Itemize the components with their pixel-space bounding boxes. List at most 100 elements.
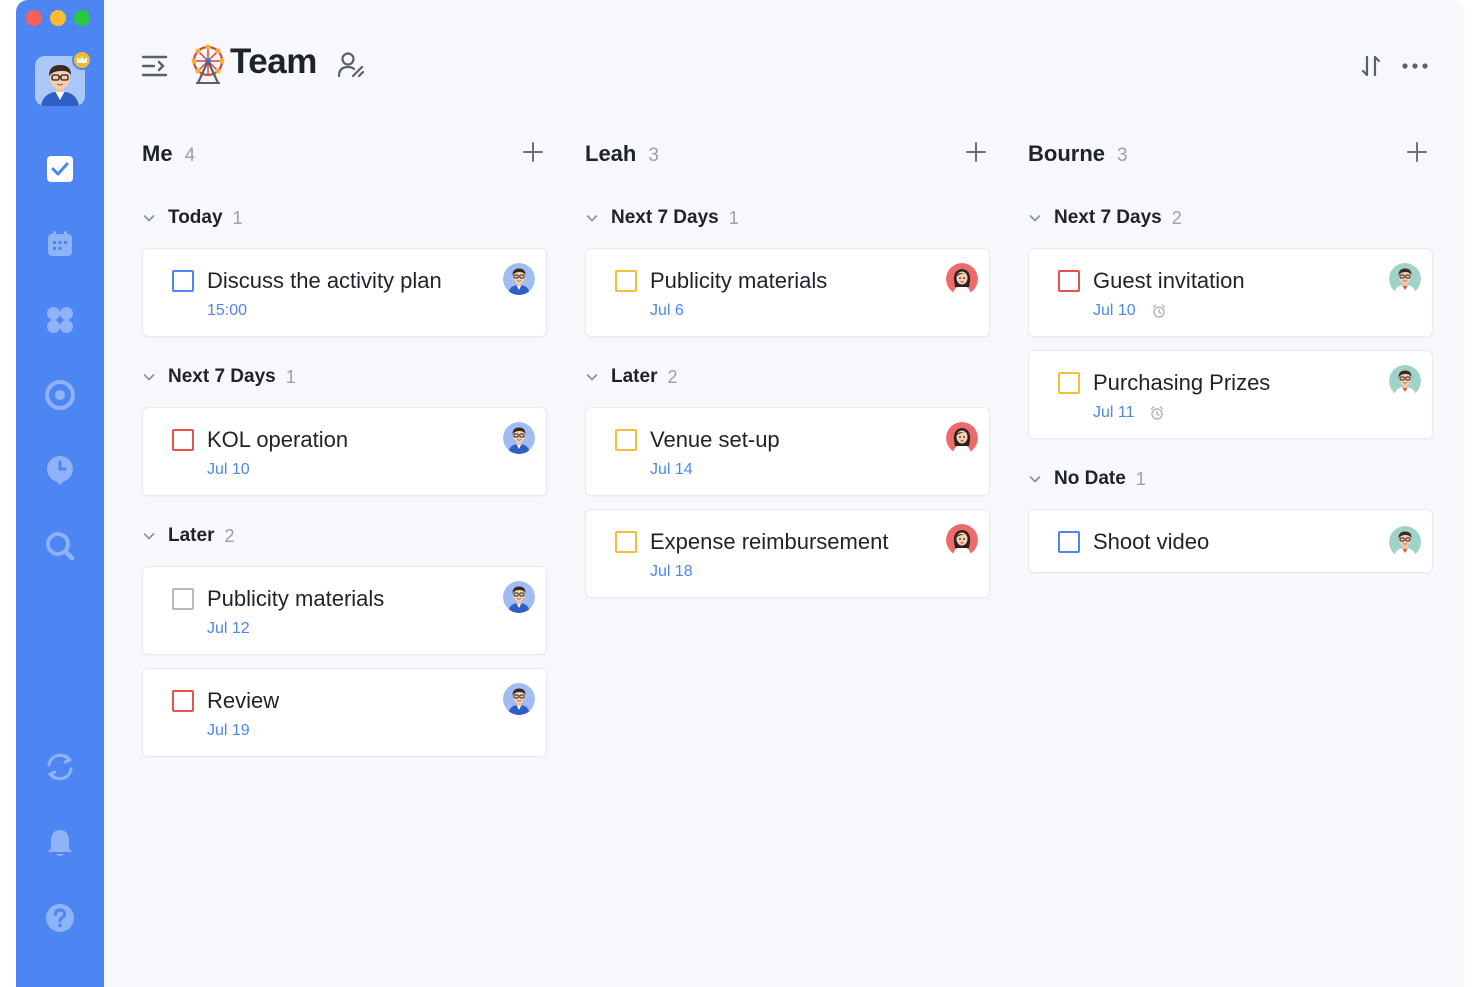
- alarm-icon: [1149, 405, 1165, 421]
- page-title: Team: [230, 42, 317, 81]
- task-checkbox[interactable]: [615, 531, 637, 553]
- task-card[interactable]: Publicity materials Jul 6: [585, 248, 990, 337]
- chevron-down-icon[interactable]: [1028, 211, 1042, 225]
- task-title[interactable]: Review: [207, 688, 279, 714]
- chevron-down-icon[interactable]: [585, 370, 599, 384]
- target-icon[interactable]: [44, 379, 76, 411]
- section-header[interactable]: Next 7 Days 1: [585, 207, 739, 229]
- section-header[interactable]: Later 2: [585, 366, 677, 388]
- assignee-avatar[interactable]: [946, 422, 978, 454]
- checkbox-icon[interactable]: [44, 153, 76, 185]
- task-card[interactable]: Purchasing Prizes Jul 11: [1028, 350, 1433, 439]
- section-header[interactable]: Today 1: [142, 207, 243, 229]
- search-icon[interactable]: [44, 530, 76, 562]
- task-checkbox[interactable]: [1058, 372, 1080, 394]
- column-header: Me 4: [142, 141, 195, 167]
- section-header[interactable]: Later 2: [142, 525, 234, 547]
- task-due-date: Jul 14: [650, 461, 693, 478]
- section-header[interactable]: Next 7 Days 1: [142, 366, 296, 388]
- section-label: Next 7 Days: [1054, 207, 1162, 228]
- task-card[interactable]: Venue set-up Jul 14: [585, 407, 990, 496]
- task-title[interactable]: Purchasing Prizes: [1093, 370, 1270, 396]
- assignee-avatar[interactable]: [1389, 365, 1421, 397]
- add-task-icon[interactable]: [1405, 140, 1429, 164]
- task-title[interactable]: KOL operation: [207, 427, 348, 453]
- sync-icon[interactable]: [44, 751, 76, 783]
- menu-toggle-icon[interactable]: [141, 52, 169, 80]
- task-card[interactable]: Discuss the activity plan 15:00: [142, 248, 547, 337]
- grid-icon[interactable]: [44, 304, 76, 336]
- section-count: 2: [667, 366, 678, 387]
- add-task-icon[interactable]: [521, 140, 545, 164]
- chevron-down-icon[interactable]: [585, 211, 599, 225]
- task-title[interactable]: Publicity materials: [650, 268, 827, 294]
- section-header[interactable]: Next 7 Days 2: [1028, 207, 1182, 229]
- task-card[interactable]: Review Jul 19: [142, 668, 547, 757]
- assignee-avatar[interactable]: [503, 422, 535, 454]
- chevron-down-icon[interactable]: [142, 211, 156, 225]
- task-checkbox[interactable]: [172, 588, 194, 610]
- task-checkbox[interactable]: [1058, 531, 1080, 553]
- task-card[interactable]: Publicity materials Jul 12: [142, 566, 547, 655]
- bell-icon[interactable]: [44, 827, 76, 859]
- task-card[interactable]: Shoot video: [1028, 509, 1433, 573]
- column-name: Me: [142, 141, 173, 166]
- assignee-avatar[interactable]: [946, 524, 978, 556]
- task-checkbox[interactable]: [1058, 270, 1080, 292]
- alarm-icon: [1151, 303, 1167, 319]
- section-count: 1: [728, 207, 739, 228]
- add-task-icon[interactable]: [964, 140, 988, 164]
- task-title[interactable]: Publicity materials: [207, 586, 384, 612]
- task-title[interactable]: Guest invitation: [1093, 268, 1245, 294]
- task-due-date: Jul 11: [1093, 404, 1135, 421]
- chevron-down-icon[interactable]: [1028, 472, 1042, 486]
- assignee-avatar[interactable]: [503, 581, 535, 613]
- main-board: Team Me 4 Today 1 Discuss the activity plan 1…: [104, 0, 1464, 987]
- sort-icon[interactable]: [1358, 53, 1384, 79]
- section-header[interactable]: No Date 1: [1028, 468, 1146, 490]
- task-title[interactable]: Discuss the activity plan: [207, 268, 442, 294]
- clock-icon[interactable]: [44, 454, 76, 486]
- task-title[interactable]: Expense reimbursement: [650, 529, 888, 555]
- task-due-date: 15:00: [207, 302, 248, 319]
- task-card[interactable]: KOL operation Jul 10: [142, 407, 547, 496]
- section-label: Next 7 Days: [611, 207, 719, 228]
- calendar-icon[interactable]: [44, 228, 76, 260]
- task-card[interactable]: Guest invitation Jul 10: [1028, 248, 1433, 337]
- task-due-date: Jul 18: [650, 563, 693, 580]
- window-controls: [26, 10, 90, 26]
- task-checkbox[interactable]: [172, 429, 194, 451]
- task-checkbox[interactable]: [172, 270, 194, 292]
- more-icon[interactable]: [1399, 53, 1431, 79]
- task-title[interactable]: Venue set-up: [650, 427, 780, 453]
- assignee-avatar[interactable]: [503, 263, 535, 295]
- task-due-date: Jul 12: [207, 620, 250, 637]
- task-due-date: Jul 10: [207, 461, 250, 478]
- app-window: Team Me 4 Today 1 Discuss the activity plan 1…: [16, 0, 1464, 987]
- minimize-window-button[interactable]: [50, 10, 66, 26]
- column-count: 4: [184, 145, 196, 166]
- task-card[interactable]: Expense reimbursement Jul 18: [585, 509, 990, 598]
- close-window-button[interactable]: [26, 10, 42, 26]
- section-count: 2: [1171, 207, 1182, 228]
- task-title[interactable]: Shoot video: [1093, 529, 1209, 555]
- column-count: 3: [648, 145, 659, 166]
- section-count: 1: [1135, 468, 1146, 489]
- task-checkbox[interactable]: [172, 690, 194, 712]
- task-due-date: Jul 19: [207, 722, 250, 739]
- help-icon[interactable]: [44, 902, 76, 934]
- team-members-icon[interactable]: [336, 50, 366, 80]
- chevron-down-icon[interactable]: [142, 529, 156, 543]
- column-header: Leah 3: [585, 141, 659, 167]
- section-count: 2: [224, 525, 235, 546]
- column-header: Bourne 3: [1028, 141, 1128, 167]
- assignee-avatar[interactable]: [1389, 526, 1421, 558]
- task-checkbox[interactable]: [615, 429, 637, 451]
- chevron-down-icon[interactable]: [142, 370, 156, 384]
- assignee-avatar[interactable]: [946, 263, 978, 295]
- assignee-avatar[interactable]: [1389, 263, 1421, 295]
- maximize-window-button[interactable]: [74, 10, 90, 26]
- assignee-avatar[interactable]: [503, 683, 535, 715]
- task-checkbox[interactable]: [615, 270, 637, 292]
- sidebar: [16, 0, 104, 987]
